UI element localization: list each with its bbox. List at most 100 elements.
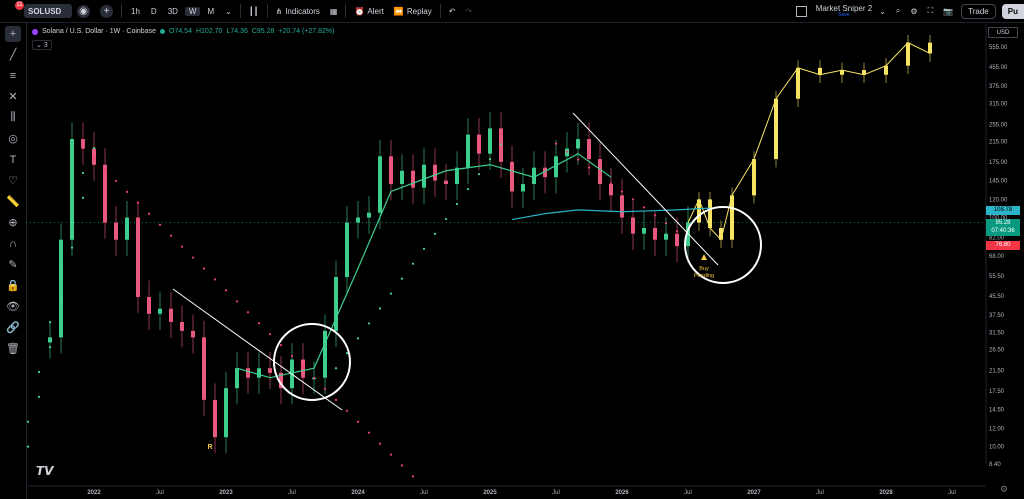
timeframe-m[interactable]: M [203, 7, 218, 16]
supertrend-up-2021-dot [26, 445, 30, 448]
supertrend-down-2022-dot [191, 256, 195, 259]
trend-line-tool-icon[interactable]: ╱ [5, 47, 21, 63]
trend-line-2025 [572, 112, 719, 266]
layout-menu-button[interactable]: Market Sniper 2 Save ⌄ [791, 0, 891, 22]
axis-settings-icon[interactable]: ⚙ [1000, 484, 1008, 495]
timeframe-w[interactable]: W [184, 6, 201, 16]
brush-tool-icon[interactable]: ◎ [5, 131, 21, 147]
link-icon[interactable]: 🔗 [5, 320, 21, 336]
supertrend-down-2022-dot [345, 409, 349, 412]
candles-icon: ┃┃ [248, 6, 259, 16]
candle-body [433, 164, 437, 181]
x-tick-label: Jul [552, 490, 560, 496]
projection-body [796, 67, 800, 99]
supertrend-down-2022 [92, 157, 415, 478]
candle-body [378, 156, 382, 213]
camera-icon: 📷 [943, 6, 954, 16]
buy-signal-label: Pending [694, 273, 714, 279]
settings-button[interactable]: ⚙ [905, 0, 922, 22]
timeframe-dropdown[interactable]: ⌄ [220, 0, 237, 22]
candle-body [400, 170, 404, 185]
candle-body [169, 308, 173, 322]
indicators-toggle[interactable]: ⌄ 3 [32, 40, 52, 50]
timeframe-d[interactable]: D [147, 7, 161, 16]
symbol-search-button[interactable]: SOLUSD [24, 4, 72, 18]
supertrend-up-2023-dot [334, 367, 338, 370]
undo-button[interactable]: ↶ [444, 0, 461, 22]
supertrend-down-2022-dot [136, 201, 140, 204]
pencil-lock-icon[interactable]: ✎ [5, 257, 21, 273]
supertrend-down-2025-dot [554, 142, 558, 145]
templates-button[interactable]: ▦ [325, 0, 343, 22]
legend-title: Solana / U.S. Dollar · 1W · Coinbase [42, 28, 156, 35]
replay-label: Replay [406, 6, 432, 16]
replay-button[interactable]: ⏪ Replay [389, 0, 437, 22]
alert-button[interactable]: ⏰ Alert [349, 0, 388, 22]
quick-search-button[interactable]: ⌕ [891, 0, 905, 22]
legend-open: O74.54 [169, 28, 192, 35]
undo-icon: ↶ [448, 6, 456, 16]
candle-body [323, 330, 327, 378]
candle-body [136, 217, 140, 297]
pattern-tool-icon[interactable]: ✕ [5, 89, 21, 105]
y-tick-label: 17.50 [989, 389, 1005, 395]
trash-icon[interactable]: 🗑 [5, 341, 21, 357]
top-toolbar: 11 SOLUSD ◉ + 1h D 3D W M ⌄ ┃┃ ⋔ Indicators … [0, 0, 1024, 23]
y-tick-label: 21.50 [989, 368, 1005, 374]
breakout-circle-2026 [684, 206, 762, 284]
supertrend-down-2022-dot [411, 475, 415, 478]
timeframe-1h[interactable]: 1h [127, 7, 144, 16]
currency-selector[interactable]: USD [988, 27, 1018, 38]
supertrend-down-2022-dot [246, 311, 250, 314]
lock-icon[interactable]: 🔒 [5, 278, 21, 294]
y-tick-label: 175.00 [989, 160, 1008, 166]
chevron-down-icon: ⌄ [879, 6, 886, 16]
candle-body [191, 330, 195, 338]
fullscreen-icon: ⛶ [927, 6, 934, 15]
projected-candles [697, 34, 932, 249]
divider [439, 4, 441, 18]
redo-button[interactable]: ↷ [460, 0, 477, 22]
candle-body [246, 368, 250, 378]
price-chart[interactable]: 555.00 455.00 375.00 315.00 255.00 215.00 175.… [26, 23, 1024, 499]
crosshair-tool-icon[interactable]: + [5, 25, 21, 42]
supertrend-down-2022-dot [257, 322, 261, 325]
magnet-icon[interactable]: ∩ [5, 236, 21, 252]
supertrend-up-2021-dot [48, 346, 52, 349]
eye-icon[interactable]: 👁 [5, 299, 21, 315]
compare-symbol-button[interactable]: ◉ [72, 0, 95, 22]
notification-badge[interactable]: 11 [15, 1, 24, 10]
supertrend-up-2023-dot [389, 292, 393, 295]
chart-type-button[interactable]: ┃┃ [244, 0, 264, 22]
supertrend-up-2023 [334, 143, 503, 370]
rewind-icon: ⏪ [393, 6, 404, 16]
timeframe-3d[interactable]: 3D [164, 7, 182, 16]
supertrend-up-2023-dot [378, 307, 382, 310]
indicators-button[interactable]: ⋔ Indicators [271, 0, 325, 22]
heart-icon[interactable]: ♡ [5, 173, 21, 189]
supertrend-down-2022-dot [356, 420, 360, 423]
candle-body [367, 212, 371, 218]
snapshot-button[interactable]: 📷 [938, 0, 958, 22]
horizontal-lines-tool-icon[interactable]: ≡ [5, 68, 21, 84]
y-tick-label: 45.50 [989, 294, 1005, 300]
candle-body [158, 308, 162, 314]
divider [239, 4, 241, 18]
supertrend-up-2023-dot [455, 202, 459, 206]
fullscreen-button[interactable]: ⛶ [923, 0, 939, 22]
ruler-icon[interactable]: 📏 [5, 194, 21, 210]
x-tick-label: Jul [420, 490, 428, 496]
add-symbol-button[interactable]: + [95, 0, 118, 22]
supertrend-down-2025-dot [587, 166, 591, 169]
r-marker-label: R [207, 444, 212, 451]
y-tick-label: 31.50 [989, 330, 1005, 336]
supertrend-up-2021-dot [92, 147, 96, 150]
supertrend-down-2022-dot [312, 376, 316, 380]
zoom-in-icon[interactable]: ⊕ [5, 215, 21, 231]
publish-button[interactable]: Pu [999, 0, 1024, 22]
fib-tool-icon[interactable]: ⫼ [5, 110, 21, 126]
text-tool-icon[interactable]: T [5, 152, 21, 168]
y-tick-label: 37.50 [989, 313, 1005, 319]
supertrend-down-2022-dot [202, 267, 206, 270]
trade-button[interactable]: Trade [958, 0, 999, 22]
